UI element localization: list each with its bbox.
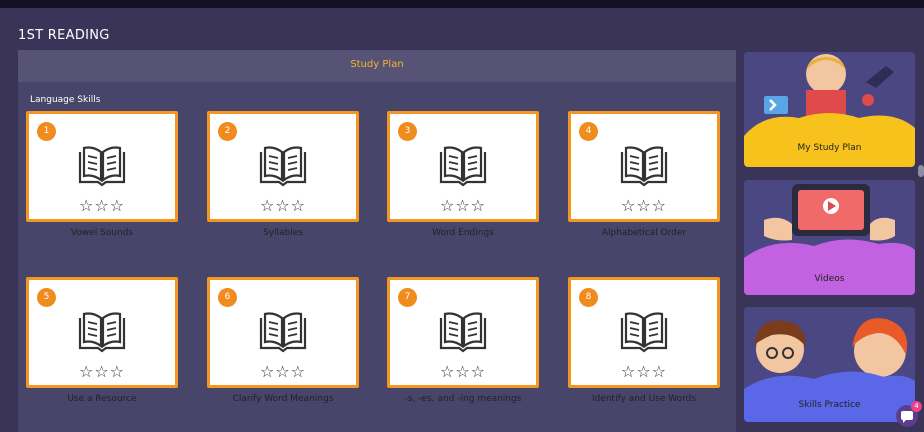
top-bar: [0, 0, 924, 8]
open-book-icon: [620, 312, 668, 353]
card-label: Alphabetical Order: [601, 228, 687, 238]
card-number-badge: 7: [398, 288, 417, 307]
open-book-icon: [259, 146, 307, 187]
chat-notification-badge: 4: [911, 401, 922, 412]
open-book-icon: [259, 312, 307, 353]
card-label: -s, -es, and -ing meanings: [404, 394, 522, 404]
card-label: Syllables: [263, 228, 303, 238]
card-number-badge: 3: [398, 122, 417, 141]
card-label: Use a Resource: [67, 394, 137, 404]
card-number-badge: 5: [37, 288, 56, 307]
skill-card-1[interactable]: 1 ☆☆☆ Vowel Sounds: [26, 111, 178, 238]
card-number-badge: 1: [37, 122, 56, 141]
study-plan-title: Study Plan: [350, 59, 404, 70]
my-study-plan-label: My Study Plan: [797, 143, 862, 153]
star-rating: ☆☆☆: [439, 196, 487, 215]
skills-practice-label: Skills Practice: [798, 400, 861, 410]
study-plan-panel: Study Plan Language Skills 1 ☆☆☆ Vowel S…: [18, 50, 736, 432]
card-number-badge: 2: [218, 122, 237, 141]
star-rating: ☆☆☆: [78, 196, 126, 215]
study-plan-header: Study Plan: [18, 50, 736, 82]
open-book-icon: [439, 312, 487, 353]
star-rating: ☆☆☆: [439, 362, 487, 381]
card-label: Vowel Sounds: [70, 228, 134, 238]
section-label: Language Skills: [30, 95, 101, 105]
videos-card[interactable]: Videos: [744, 180, 915, 295]
card-label: Identify and Use Words: [591, 394, 697, 404]
skill-card-6[interactable]: 6 ☆☆☆ Clarify Word Meanings: [207, 277, 359, 404]
open-book-icon: [78, 146, 126, 187]
skill-card-2[interactable]: 2 ☆☆☆ Syllables: [207, 111, 359, 238]
card-label: Clarify Word Meanings: [232, 394, 334, 404]
card-number-badge: 4: [579, 122, 598, 141]
page-title: 1ST READING: [18, 28, 110, 43]
skill-card-8[interactable]: 8 ☆☆☆ Identify and Use Words: [568, 277, 720, 404]
videos-label: Videos: [814, 274, 845, 284]
open-book-icon: [439, 146, 487, 187]
card-number-badge: 8: [579, 288, 598, 307]
star-rating: ☆☆☆: [620, 362, 668, 381]
skill-card-7[interactable]: 7 ☆☆☆ -s, -es, and -ing meanings: [387, 277, 539, 404]
star-rating: ☆☆☆: [259, 362, 307, 381]
skills-practice-card[interactable]: Skills Practice: [744, 307, 915, 422]
scrollbar-thumb[interactable]: [918, 165, 924, 177]
skill-card-3[interactable]: 3 ☆☆☆ Word Endings: [387, 111, 539, 238]
my-study-plan-card[interactable]: My Study Plan: [744, 52, 915, 167]
card-label: Word Endings: [432, 228, 494, 238]
skill-card-4[interactable]: 4 ☆☆☆ Alphabetical Order: [568, 111, 720, 238]
card-number-badge: 6: [218, 288, 237, 307]
open-book-icon: [620, 146, 668, 187]
open-book-icon: [78, 312, 126, 353]
star-rating: ☆☆☆: [259, 196, 307, 215]
star-rating: ☆☆☆: [78, 362, 126, 381]
star-rating: ☆☆☆: [620, 196, 668, 215]
skill-card-5[interactable]: 5 ☆☆☆ Use a Resource: [26, 277, 178, 404]
